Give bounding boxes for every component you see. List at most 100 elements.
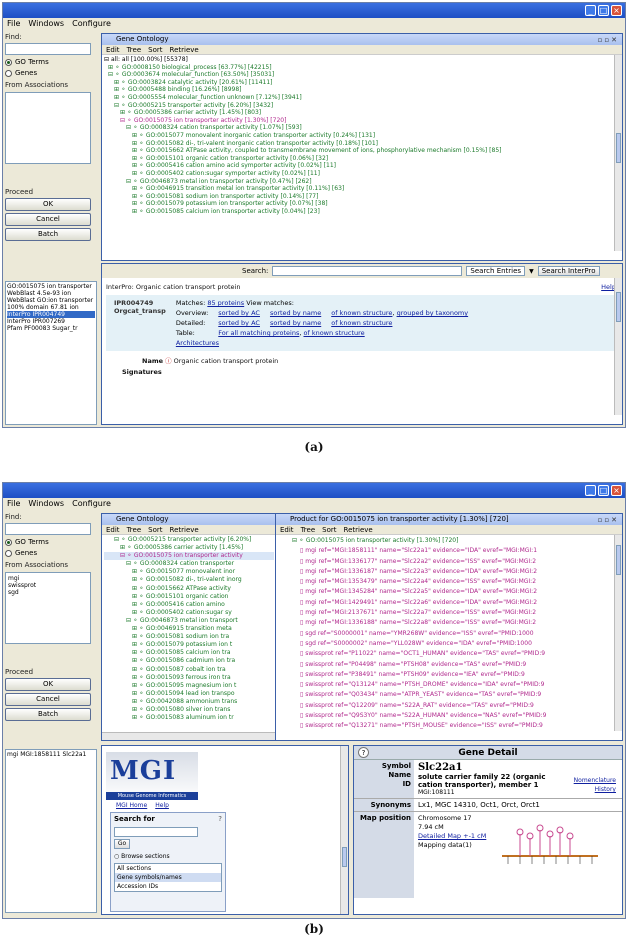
batch-button[interactable]: Batch (5, 708, 91, 721)
close-icon[interactable]: × (611, 5, 622, 16)
tree-node[interactable]: ⊞ ⚬ GO:0005402 cation:sugar symporter ac… (104, 170, 620, 178)
minimize-icon[interactable]: _ (585, 5, 596, 16)
detailed-sorted-name-link[interactable]: sorted by name (265, 318, 326, 328)
go-button[interactable]: Go (114, 839, 130, 849)
tree-node[interactable]: ⊞ ⚬ GO:0015094 lead ion transpo (104, 690, 274, 698)
matches-link[interactable]: 85 proteins (207, 299, 244, 307)
product-row[interactable]: ▯ swissprot ref="Q9S3Y0" name="S22A_HUMA… (278, 711, 620, 721)
tree-node[interactable]: ⊞ ⚬ GO:0015079 potassium ion t (104, 641, 274, 649)
associations-list[interactable]: mgi swissprot sgd (5, 572, 91, 644)
list-item[interactable]: All sections (115, 864, 221, 873)
tree-node[interactable]: ⊞ ⚬ GO:0015080 silver ion trans (104, 706, 274, 714)
list-item[interactable]: GO:0015075 ion transporter (7, 283, 95, 290)
associations-list[interactable] (5, 92, 91, 164)
maximize-icon[interactable]: □ (598, 485, 609, 496)
results-list[interactable]: GO:0015075 ion transporter WebBlast 4.5e… (5, 281, 97, 425)
tree-node[interactable]: ⊞ ⚬ GO:0015086 cadmium ion tra (104, 657, 274, 665)
overview-sorted-name-link[interactable]: sorted by name (265, 308, 326, 318)
menu-file[interactable]: File (7, 18, 20, 30)
tree-node[interactable]: ⊞ ⚬ GO:0005402 cation:sugar sy (104, 609, 274, 617)
tree-node[interactable]: ⊞ ⚬ GO:0015083 aluminum ion tr (104, 714, 274, 722)
mgi-home-link[interactable]: MGI Home (116, 802, 147, 809)
menu-sort[interactable]: Sort (148, 45, 162, 54)
tree-node[interactable]: ⊞ ⚬ GO:0005416 cation amino acid symport… (104, 162, 620, 170)
tree-node[interactable]: ⊞ ⚬ GO:0005386 carrier activity [1.45%] … (104, 109, 620, 117)
menu-tree[interactable]: Tree (127, 525, 142, 534)
product-row[interactable]: ▯ swissprot ref="Q13271" name="PTSH_MOUS… (278, 721, 620, 731)
horizontal-scrollbar[interactable] (102, 732, 276, 740)
tree-node[interactable]: ⊞ ⚬ GO:0015077 monovalent inorganic cati… (104, 132, 620, 140)
radio-go-terms[interactable]: GO Terms (5, 538, 97, 546)
cancel-button[interactable]: Cancel (5, 213, 91, 226)
history-link[interactable]: History (574, 785, 616, 794)
search-interpro-button[interactable]: Search InterPro (537, 266, 600, 276)
list-item[interactable]: sgd (8, 589, 88, 596)
menu-sort[interactable]: Sort (148, 525, 162, 534)
minimize-icon[interactable]: _ (585, 485, 596, 496)
list-item[interactable]: 100% domain 67.81 ion (7, 304, 95, 311)
list-item[interactable]: WebBlast 4.5e-93 ion (7, 290, 95, 297)
menu-tree[interactable]: Tree (301, 525, 316, 534)
product-row[interactable]: ▯ swissprot ref="P04498" name="PTSH08" e… (278, 660, 620, 670)
tree-node-selected[interactable]: ⊟ ⚬ GO:0015075 ion transporter activity (104, 552, 274, 561)
detailed-sorted-ac-link[interactable]: sorted by AC (213, 318, 265, 328)
tree-node[interactable]: ⊞ ⚬ GO:0015081 sodium ion tra (104, 633, 274, 641)
product-row[interactable]: ▯ mgi ref="MGI:1429491" name="Slc22a6" e… (278, 598, 620, 608)
frame-controls-icon[interactable]: ▫▫✕ (598, 515, 619, 526)
tree-node-selected[interactable]: ⊟ ⚬ GO:0015075 ion transporter activity … (104, 117, 620, 125)
tree-node[interactable]: ⊞ ⚬ GO:0015662 ATPase activity, coupled … (104, 147, 620, 155)
product-row[interactable]: ▯ swissprot ref="Q03434" name="ATPR_YEAS… (278, 690, 620, 700)
product-row[interactable]: ▯ mgi ref="MGI:1345284" name="Slc22a5" e… (278, 587, 620, 597)
tree-node[interactable]: ⊞ ⚬ GO:0046915 transition metal ion tran… (104, 185, 620, 193)
menu-windows[interactable]: Windows (28, 18, 64, 30)
tree-node[interactable]: ⊞ ⚬ GO:0015079 potassium ion transporter… (104, 200, 620, 208)
product-row[interactable]: ▯ swissprot ref="P38491" name="PTSH09" e… (278, 670, 620, 680)
tree-node[interactable]: ⊞ ⚬ GO:0005488 binding [16.26%] [8998] (104, 86, 620, 94)
tree-node[interactable]: ⊞ ⚬ GO:0042088 ammonium trans (104, 698, 274, 706)
product-row[interactable]: ▯ mgi ref="MGI:1336188" name="Slc22a8" e… (278, 618, 620, 628)
tree-node[interactable]: ⊟ ⚬ GO:0008324 cation transporter (104, 560, 274, 568)
product-row[interactable]: ▯ sgd ref="S0000001" name="YMR268W" evid… (278, 629, 620, 639)
find-input[interactable] (5, 43, 91, 55)
product-row[interactable]: ▯ mgi ref="MGI:1353479" name="Slc22a4" e… (278, 577, 620, 587)
tree-node[interactable]: ⊞ ⚬ GO:0008150 biological_process [63.77… (104, 64, 620, 72)
radio-genes[interactable]: Genes (5, 69, 97, 77)
tree-node[interactable]: ⊞ ⚬ GO:0015662 ATPase activity (104, 585, 274, 593)
close-icon[interactable]: × (611, 485, 622, 496)
radio-genes[interactable]: Genes (5, 549, 97, 557)
overview-known-structure-link[interactable]: of known structure (331, 309, 392, 317)
tree-node[interactable]: ⊞ ⚬ GO:0003824 catalytic activity [20.61… (104, 79, 620, 87)
list-item[interactable]: Gene symbols/names (115, 873, 221, 882)
section-listbox[interactable]: All sections Gene symbols/names Accessio… (114, 863, 222, 892)
go-tree[interactable]: ⊟ ⚬ GO:0005215 transporter activity [6.2… (102, 535, 276, 723)
tree-node[interactable]: ⊟ ⚬ GO:0003674 molecular_function [63.50… (104, 71, 620, 79)
overview-sorted-ac-link[interactable]: sorted by AC (213, 308, 265, 318)
menu-sort[interactable]: Sort (322, 525, 336, 534)
menu-configure[interactable]: Configure (72, 498, 111, 510)
architectures-link[interactable]: Architectures (171, 338, 473, 348)
results-list[interactable]: mgi MGI:1858111 Slc22a1 (5, 749, 97, 913)
chevron-down-icon[interactable]: ▼ (529, 268, 534, 275)
nomenclature-link[interactable]: Nomenclature (574, 776, 616, 785)
radio-go-terms[interactable]: GO Terms (5, 58, 97, 66)
tree-node[interactable]: ⊞ ⚬ GO:0015087 cobalt ion tra (104, 666, 274, 674)
tree-node[interactable]: ⊞ ⚬ GO:0015101 organic cation transporte… (104, 155, 620, 163)
tree-root[interactable]: ⊟ ⚬ GO:0015075 ion transporter activity … (278, 536, 620, 546)
batch-button[interactable]: Batch (5, 228, 91, 241)
tree-node[interactable]: ⊞ ⚬ GO:0015085 calcium ion tra (104, 649, 274, 657)
menu-retrieve[interactable]: Retrieve (344, 525, 373, 534)
maximize-icon[interactable]: □ (598, 5, 609, 16)
list-item[interactable]: WebBlast GO:ion transporter (7, 297, 95, 304)
tree-node[interactable]: ⊞ ⚬ GO:0015082 di-, tri-valent inorg (104, 576, 274, 584)
product-tree[interactable]: ⊟ ⚬ GO:0015075 ion transporter activity … (276, 535, 622, 733)
go-tree[interactable]: ⊟ all: all [100.00%] [55378] ⊞ ⚬ GO:0008… (102, 55, 622, 216)
tree-node[interactable]: ⊞ ⚬ GO:0005386 carrier activity [1.45%] (104, 544, 274, 552)
tree-node[interactable]: ⊞ ⚬ GO:0015093 ferrous iron tra (104, 674, 274, 682)
menu-edit[interactable]: Edit (106, 525, 120, 534)
cancel-button[interactable]: Cancel (5, 693, 91, 706)
menu-configure[interactable]: Configure (72, 18, 111, 30)
tree-node[interactable]: ⊞ ⚬ GO:0046915 transition meta (104, 625, 274, 633)
list-item[interactable]: Accession IDs (115, 882, 221, 891)
mgi-help-link[interactable]: Help (155, 802, 169, 809)
menu-edit[interactable]: Edit (106, 45, 120, 54)
